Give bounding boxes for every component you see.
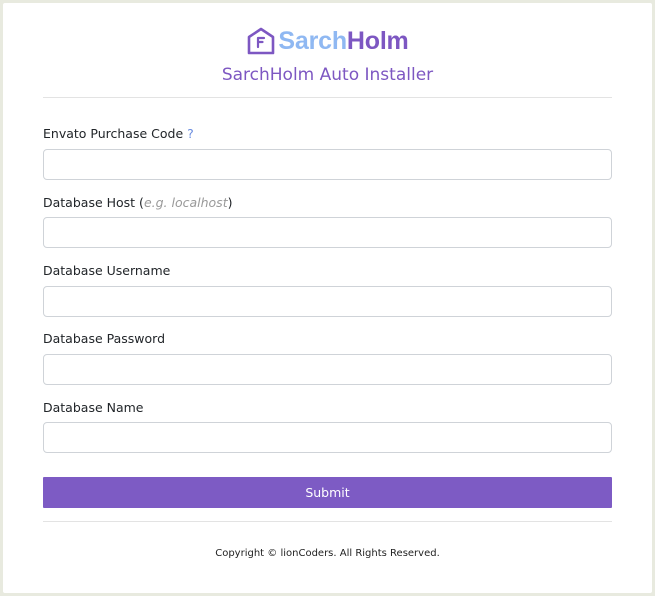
db-username-label: Database Username [43,263,171,278]
db-password-label: Database Password [43,331,166,346]
db-host-hint-close: ) [227,195,233,210]
db-host-label: Database Host (e.g. localhost) [43,195,232,210]
db-name-input[interactable] [43,422,612,453]
help-icon[interactable]: ? [187,126,194,141]
db-name-label: Database Name [43,400,144,415]
brand-name-part1: Sarch [278,26,347,55]
brand-name-part2: Holm [346,26,409,55]
purchase-code-input[interactable] [43,149,612,180]
db-host-input[interactable] [43,217,612,248]
header-divider [43,97,612,98]
page-title: SarchHolm Auto Installer [221,65,434,85]
db-host-hint-open: ( [135,195,144,210]
footer-divider [43,521,612,522]
db-host-hint: e.g. localhost [143,195,228,210]
house-icon [246,26,276,56]
purchase-code-label-text: Envato Purchase Code [43,126,184,141]
db-password-input[interactable] [43,354,612,385]
brand-logo: SarchHolm [3,25,652,57]
brand-name: SarchHolm [278,27,408,56]
db-username-input[interactable] [43,286,612,317]
installer-card: SarchHolm SarchHolm Auto Installer Envat… [3,3,652,593]
purchase-code-label: Envato Purchase Code? [43,126,194,141]
db-host-label-text: Database Host [43,195,136,210]
footer-copyright: Copyright © lionCoders. All Rights Reser… [215,548,440,559]
submit-button[interactable]: Submit [43,477,612,508]
